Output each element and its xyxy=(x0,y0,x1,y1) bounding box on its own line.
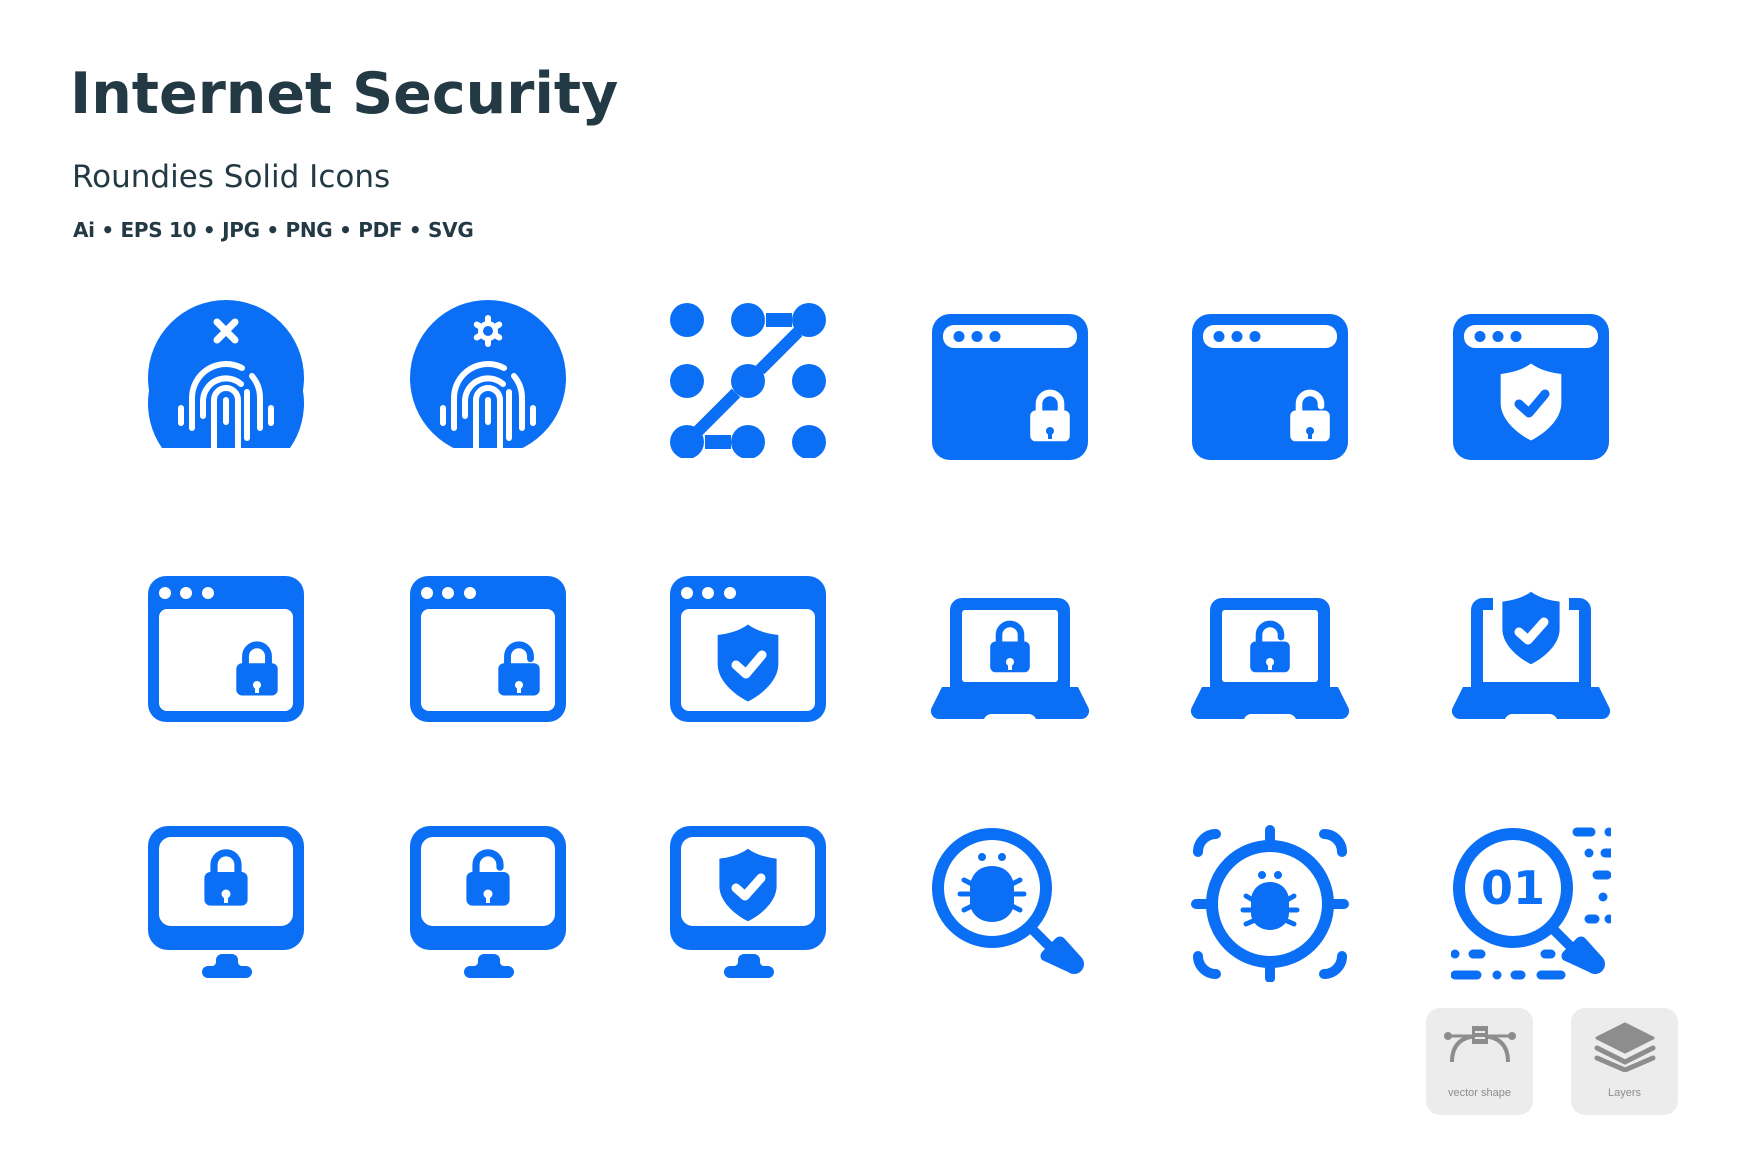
page-subtitle: Roundies Solid Icons xyxy=(72,159,391,195)
laptop-locked-icon xyxy=(930,570,1090,730)
fingerprint-cross-icon xyxy=(146,298,306,458)
binary-digits: 01 xyxy=(1481,861,1545,915)
browser-window-shield-icon xyxy=(668,570,828,730)
binary-search-icon: 01 xyxy=(1451,822,1611,982)
fingerprint-settings-icon xyxy=(408,298,568,458)
browser-shield-icon xyxy=(1451,306,1611,466)
bug-search-icon xyxy=(930,822,1090,982)
badge-label: Layers xyxy=(1607,1087,1642,1099)
laptop-unlocked-icon xyxy=(1190,570,1350,730)
badge-label: vector shape xyxy=(1448,1087,1511,1099)
pattern-lock-icon xyxy=(668,298,828,458)
layers-badge: Layers xyxy=(1571,1008,1678,1115)
vector-shape-badge: vector shape xyxy=(1426,1008,1533,1115)
layers-icon xyxy=(1594,1022,1656,1072)
monitor-shield-icon xyxy=(668,822,828,982)
monitor-locked-icon xyxy=(146,822,306,982)
browser-window-unlocked-icon xyxy=(408,570,568,730)
laptop-shield-icon xyxy=(1451,570,1611,730)
bug-target-icon xyxy=(1190,822,1350,982)
browser-locked-icon xyxy=(930,306,1090,466)
browser-unlocked-icon xyxy=(1190,306,1350,466)
page-title: Internet Security xyxy=(70,61,619,127)
bezier-pen-icon xyxy=(1444,1026,1516,1063)
monitor-unlocked-icon xyxy=(408,822,568,982)
file-formats: Ai • EPS 10 • JPG • PNG • PDF • SVG xyxy=(73,218,474,242)
browser-window-locked-icon xyxy=(146,570,306,730)
